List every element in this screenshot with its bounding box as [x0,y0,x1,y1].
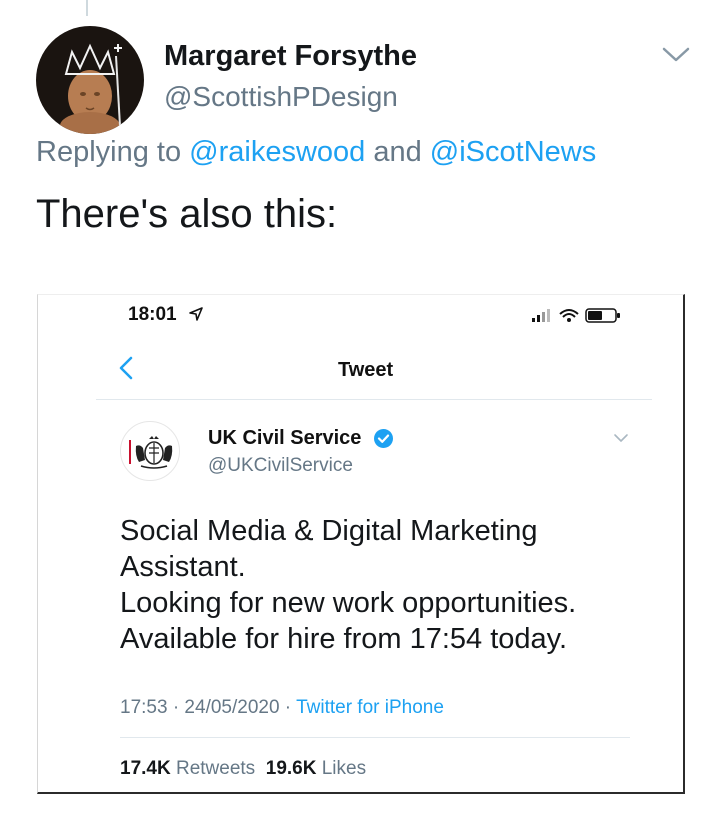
header-title: Tweet [338,359,394,381]
body-line: Assistant. [120,551,246,583]
embedded-tweet-body: Social Media & Digital Marketing Assista… [120,513,576,657]
tweet-stats: 17.4K Retweets 19.6K Likes [120,758,366,780]
wifi-icon [559,309,579,322]
likes-label: Likes [321,758,367,779]
replying-to: Replying to @raikeswood and @iScotNews [36,136,596,169]
embedded-author-handle[interactable]: @UKCivilService [208,455,353,477]
body-line: Available for hire from 17:54 today. [120,623,568,655]
status-time: 18:01 [128,304,177,325]
verified-badge-icon [373,428,394,449]
avatar[interactable] [36,26,144,134]
timestamp[interactable]: 17:53 · 24/05/2020 · [120,697,291,718]
replying-conjunction: and [373,136,422,168]
embedded-author-name[interactable]: UK Civil Service [208,427,361,450]
tweet-meta: 17:53 · 24/05/2020 · Twitter for iPhone [120,697,444,719]
body-line: Social Media & Digital Marketing [120,515,538,547]
royal-crest-icon[interactable] [120,421,180,481]
embedded-screenshot[interactable]: 18:01 Tweet UK Civil Service @UKCivilSer… [37,294,685,794]
chevron-down-icon[interactable] [660,44,692,66]
likes-count: 19.6K [265,758,317,779]
status-icons [532,306,624,324]
likes-stat[interactable]: 19.6K Likes [266,758,366,779]
replying-prefix: Replying to [36,136,182,168]
retweets-count: 17.4K [120,758,171,779]
retweets-stat[interactable]: 17.4K Retweets [120,758,255,779]
thread-line [86,0,88,16]
battery-icon [585,308,620,323]
source-link[interactable]: Twitter for iPhone [296,697,444,718]
divider [120,737,630,738]
retweets-label: Retweets [175,758,256,779]
divider [96,399,652,400]
chevron-down-icon[interactable] [612,431,630,443]
tweet-text: There's also this: [36,192,338,236]
mention-link[interactable]: @raikeswood [189,136,365,168]
author-name[interactable]: Margaret Forsythe [164,40,417,73]
chevron-left-icon[interactable] [116,355,136,381]
signal-icon [532,309,550,322]
body-line: Looking for new work opportunities. [120,587,577,619]
mention-link[interactable]: @iScotNews [430,136,596,168]
author-handle[interactable]: @ScottishPDesign [164,81,398,113]
location-arrow-icon [188,306,204,322]
